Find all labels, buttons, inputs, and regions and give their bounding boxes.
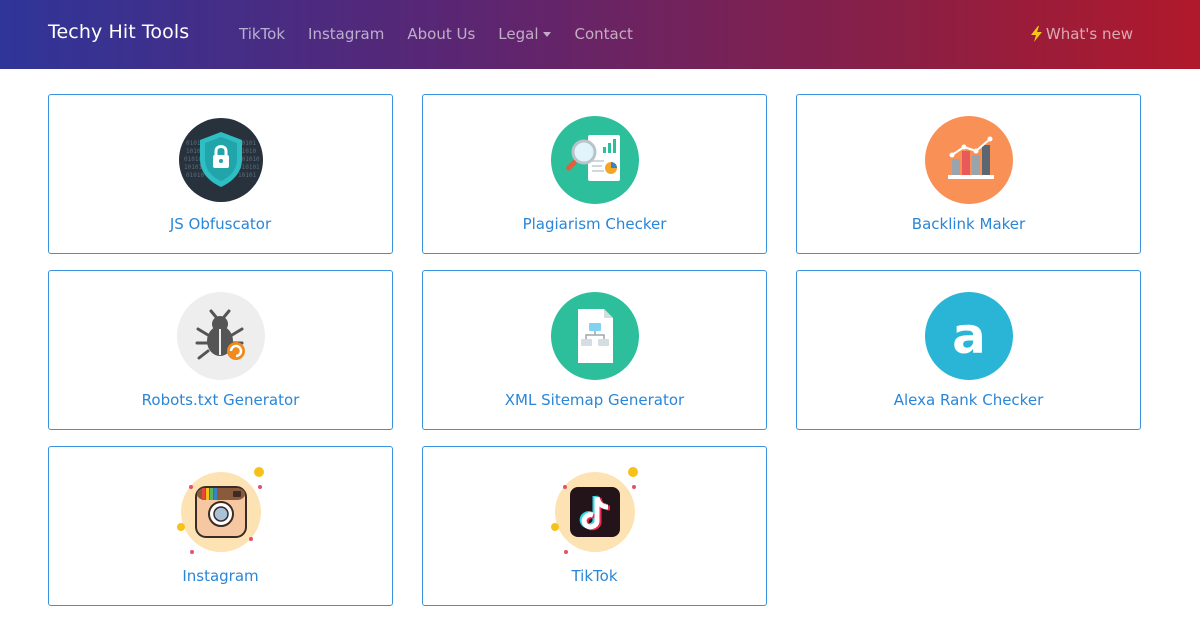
nav-links: TikTok Instagram About Us Legal Contact [239,25,656,43]
tool-card-plagiarism-checker[interactable]: Plagiarism Checker [422,94,767,254]
nav-link-about-us[interactable]: About Us [407,25,475,43]
svg-text:01010: 01010 [186,172,204,179]
instagram-icon [176,467,266,557]
tiktok-icon [550,467,640,557]
nav-link-tiktok[interactable]: TikTok [239,25,285,43]
tool-card-label: JS Obfuscator [169,215,272,233]
whats-new-link[interactable]: What's new [1030,25,1133,43]
tool-card-label: TikTok [571,567,618,585]
tool-card-label: XML Sitemap Generator [504,391,685,409]
tool-card-js-obfuscator[interactable]: 01010 10101 010101 101010 01010 10101 01010 1… [48,94,393,254]
tool-card-label: Instagram [182,567,259,585]
tool-card-robots-txt-generator[interactable]: Robots.txt Generator [48,270,393,430]
svg-text:a: a [952,307,986,365]
brand-logo-text[interactable]: Techy Hit Tools [48,21,189,43]
tool-card-tiktok[interactable]: TikTok [422,446,767,606]
top-navbar: Techy Hit Tools TikTok Instagram About U… [0,0,1200,69]
tool-card-label: Backlink Maker [911,215,1026,233]
lightning-bolt-icon [1030,26,1042,42]
tool-card-alexa-rank-checker[interactable]: a Alexa Rank Checker [796,270,1141,430]
sitemap-file-icon [550,291,640,381]
nav-link-legal-label: Legal [498,25,539,43]
tool-card-label: Plagiarism Checker [522,215,667,233]
nav-link-contact[interactable]: Contact [574,25,632,43]
whats-new-label: What's new [1045,25,1133,43]
tool-card-xml-sitemap-generator[interactable]: XML Sitemap Generator [422,270,767,430]
tool-card-instagram[interactable]: Instagram [48,446,393,606]
shield-lock-icon: 01010 10101 010101 101010 01010 10101 01010 1… [176,115,266,205]
tool-card-label: Robots.txt Generator [141,391,300,409]
tool-card-label: Alexa Rank Checker [893,391,1044,409]
caret-down-icon [543,31,552,37]
bug-icon [176,291,266,381]
bar-chart-icon [924,115,1014,205]
svg-text:10101: 10101 [238,172,256,179]
tool-card-backlink-maker[interactable]: Backlink Maker [796,94,1141,254]
nav-link-legal-dropdown[interactable]: Legal [498,25,552,43]
alexa-icon: a [924,291,1014,381]
tools-grid: 01010 10101 010101 101010 01010 10101 01010 1… [48,94,1141,606]
nav-link-instagram[interactable]: Instagram [308,25,384,43]
magnifier-report-icon [550,115,640,205]
